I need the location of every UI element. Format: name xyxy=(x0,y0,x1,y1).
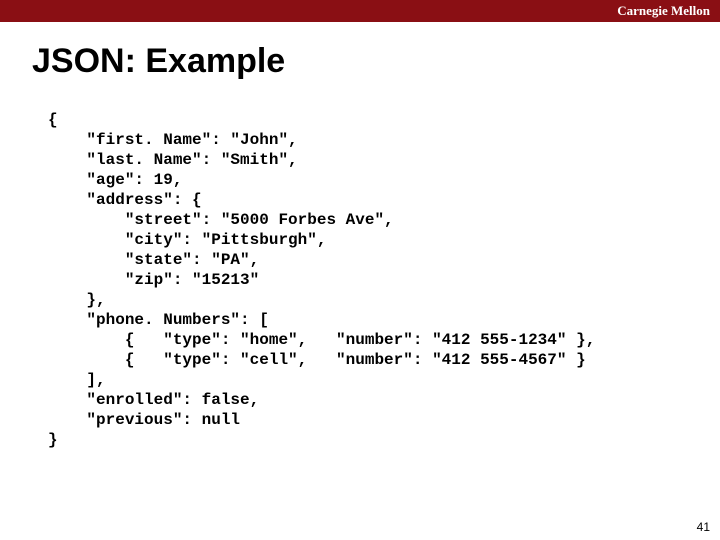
slide: Carnegie Mellon JSON: Example { "first. … xyxy=(0,0,720,540)
brand-bar: Carnegie Mellon xyxy=(0,0,720,22)
page-number: 41 xyxy=(697,520,710,534)
code-block: { "first. Name": "John", "last. Name": "… xyxy=(48,110,595,450)
page-title: JSON: Example xyxy=(32,42,285,81)
brand-text: Carnegie Mellon xyxy=(617,3,710,19)
